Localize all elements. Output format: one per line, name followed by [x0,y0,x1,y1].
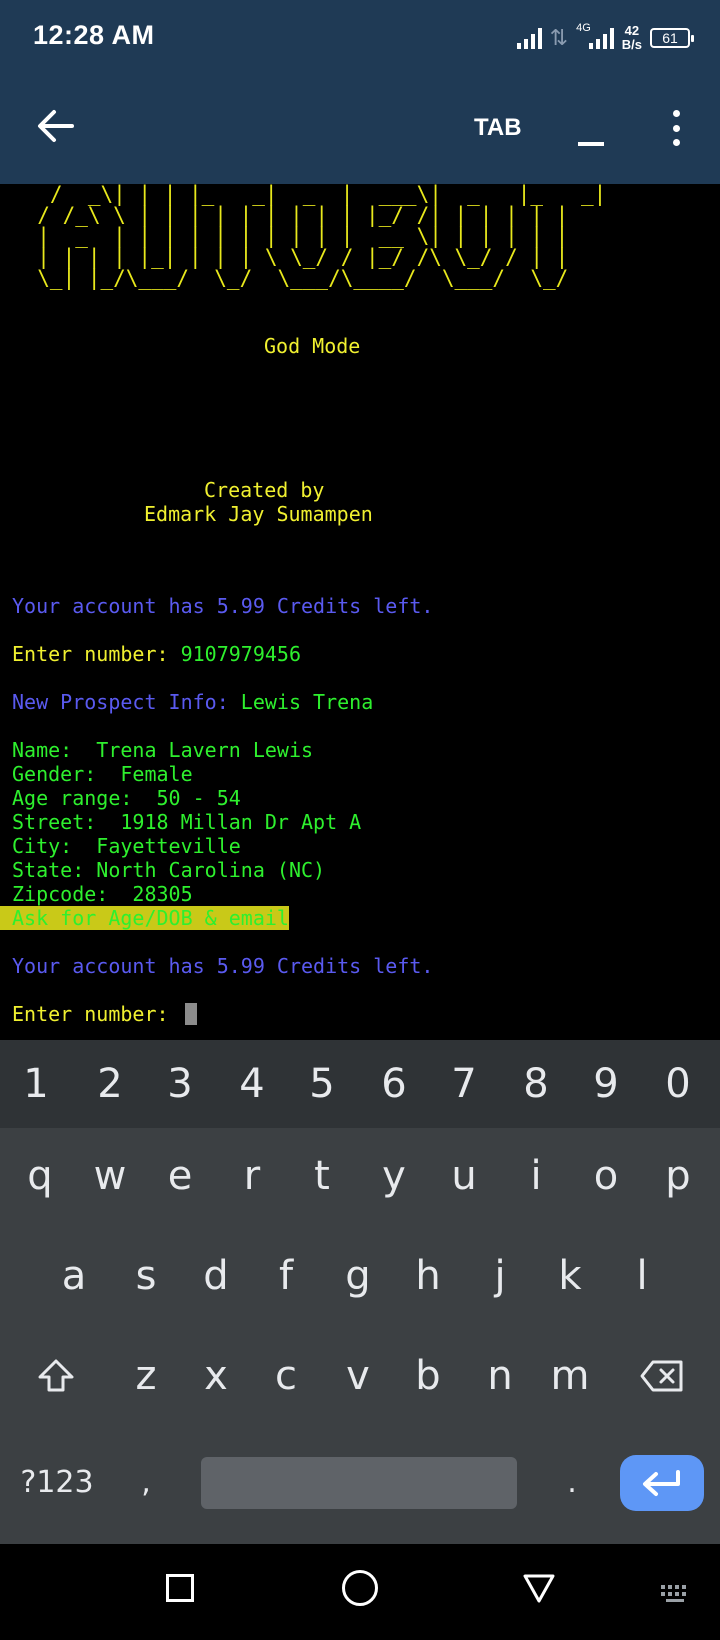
enter-key[interactable] [620,1455,704,1511]
data-transfer-icon: ⇅ [549,25,569,50]
key-c[interactable]: c [254,1344,318,1408]
key-k[interactable]: k [538,1244,602,1308]
speed-unit: B/s [621,37,642,52]
signal-icon-2 [588,27,614,49]
prospect-name: Lewis Trena [240,690,374,714]
key-t[interactable]: t [290,1144,354,1208]
arrow-left-icon [38,110,74,142]
field-name: Name: Trena Lavern Lewis [12,738,314,762]
key-p[interactable]: p [646,1144,710,1208]
enter-number-line: Enter number: 9107979456 [12,642,301,666]
ascii-banner: / _\| | | |_ _| _ | ___\| _ |_ _| / /_\ … [37,184,607,290]
entered-number: 9107979456 [180,642,301,666]
text-cursor[interactable] [184,1003,197,1025]
key-9[interactable]: 9 [574,1052,638,1116]
square-icon[interactable] [166,1574,194,1602]
key-o[interactable]: o [574,1144,638,1208]
symbols-key[interactable]: ?123 [14,1452,100,1512]
backspace-icon [640,1360,683,1392]
key-u[interactable]: u [432,1144,496,1208]
key-m[interactable]: m [538,1344,602,1408]
key-l[interactable]: l [610,1244,674,1308]
terminal-view[interactable]: / _\| | | |_ _| _ | ___\| _ |_ _| / /_\ … [0,184,720,1040]
shift-icon [38,1359,74,1392]
key-e[interactable]: e [148,1144,212,1208]
prospect-label: New Prospect Info: [12,690,241,714]
key-g[interactable]: g [326,1244,390,1308]
key-8[interactable]: 8 [504,1052,568,1116]
prospect-header: New Prospect Info: Lewis Trena [12,690,373,714]
back-button[interactable] [36,106,76,146]
comma-key[interactable]: , [114,1452,178,1512]
author-name: Edmark Jay Sumampen [144,502,373,526]
mode-label: God Mode [264,334,361,358]
credits-line: Your account has 5.99 Credits left. [12,594,434,618]
key-s[interactable]: s [114,1244,178,1308]
field-age-range: Age range: 50 - 54 [12,786,241,810]
circle-icon[interactable] [342,1570,378,1606]
status-icons: ⇅ 4G 42 B/s 61 [516,18,694,58]
battery-level: 61 [662,30,678,46]
navigation-bar [0,1544,720,1640]
field-street: Street: 1918 Millan Dr Apt A [12,810,362,834]
top-bar: 12:28 AM ⇅ 4G 42 B/s 61 TAB [0,0,720,184]
key-0[interactable]: 0 [646,1052,710,1116]
field-gender: Gender: Female [12,762,193,786]
enter-icon [643,1470,680,1496]
key-a[interactable]: a [42,1244,106,1308]
triangle-back-icon[interactable] [522,1572,556,1604]
enter-number-prompt: Enter number: [12,1002,197,1026]
network-speed: 42 B/s [622,24,642,52]
key-d[interactable]: d [184,1244,248,1308]
key-h[interactable]: h [396,1244,460,1308]
highlight-note: Ask for Age/DOB & email [0,906,289,930]
field-city: City: Fayetteville [12,834,241,858]
keyboard-icon[interactable] [660,1584,692,1604]
underscore-icon[interactable] [578,108,604,148]
key-7[interactable]: 7 [432,1052,496,1116]
more-vertical-icon[interactable] [666,110,686,146]
key-f[interactable]: f [254,1244,318,1308]
key-b[interactable]: b [396,1344,460,1408]
key-w[interactable]: w [78,1144,142,1208]
status-time: 12:28 AM [33,20,155,50]
enter-number-label-2: Enter number: [12,1002,181,1026]
network-type: 4G [576,22,591,34]
soft-keyboard: 1 2 3 4 5 6 7 8 9 0 q w e r t y u i o p … [0,1040,720,1544]
field-zipcode: Zipcode: 28305 [12,882,193,906]
speed-value: 42 [624,23,640,38]
key-6[interactable]: 6 [362,1052,426,1116]
key-j[interactable]: j [468,1244,532,1308]
key-1[interactable]: 1 [8,1052,64,1116]
key-z[interactable]: z [114,1344,178,1408]
key-v[interactable]: v [326,1344,390,1408]
backspace-key[interactable] [630,1344,694,1408]
tab-button[interactable]: TAB [474,114,522,142]
key-y[interactable]: y [362,1144,426,1208]
key-3[interactable]: 3 [148,1052,212,1116]
credits-line-2: Your account has 5.99 Credits left. [12,954,434,978]
shift-key[interactable] [24,1344,88,1408]
key-i[interactable]: i [504,1144,568,1208]
number-row: 1 2 3 4 5 6 7 8 9 0 [0,1040,720,1128]
key-2[interactable]: 2 [78,1052,142,1116]
key-n[interactable]: n [468,1344,532,1408]
period-key[interactable]: . [540,1452,604,1512]
key-x[interactable]: x [184,1344,248,1408]
enter-number-label: Enter number: [12,642,181,666]
field-state: State: North Carolina (NC) [12,858,326,882]
space-key[interactable] [201,1457,517,1509]
signal-icon [516,27,542,49]
key-5[interactable]: 5 [290,1052,354,1116]
key-q[interactable]: q [8,1144,72,1208]
key-r[interactable]: r [220,1144,284,1208]
created-by-label: Created by [204,478,325,502]
battery-icon: 61 [650,28,694,48]
key-4[interactable]: 4 [220,1052,284,1116]
